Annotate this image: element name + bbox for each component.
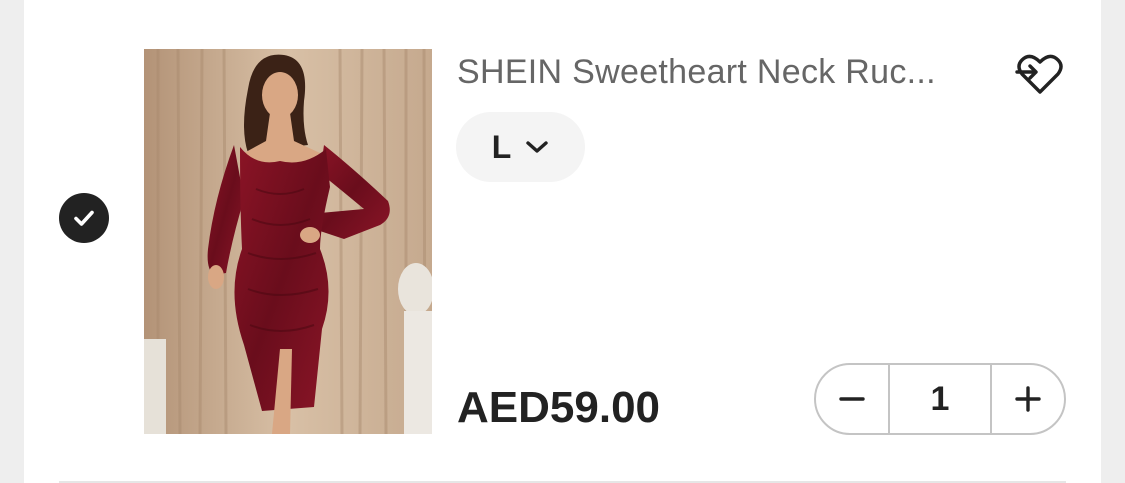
size-selector[interactable]: L (456, 112, 585, 182)
heart-move-icon (1015, 54, 1063, 94)
quantity-stepper: 1 (814, 363, 1066, 435)
product-price: AED59.00 (457, 383, 661, 432)
product-image[interactable] (144, 49, 432, 434)
increase-quantity-button[interactable] (992, 365, 1064, 433)
plus-icon (1015, 386, 1041, 412)
cart-item-card: SHEIN Sweetheart Neck Ruc... L AED59.00 … (24, 0, 1101, 483)
quantity-value[interactable]: 1 (888, 365, 992, 433)
size-value: L (491, 128, 512, 165)
minus-icon (839, 397, 865, 401)
decrease-quantity-button[interactable] (816, 365, 888, 433)
chevron-down-icon (526, 141, 548, 153)
check-icon (74, 210, 94, 226)
product-title[interactable]: SHEIN Sweetheart Neck Ruc... (457, 50, 997, 94)
select-item-checkbox[interactable] (59, 193, 109, 243)
move-to-wishlist-button[interactable] (1014, 50, 1066, 98)
